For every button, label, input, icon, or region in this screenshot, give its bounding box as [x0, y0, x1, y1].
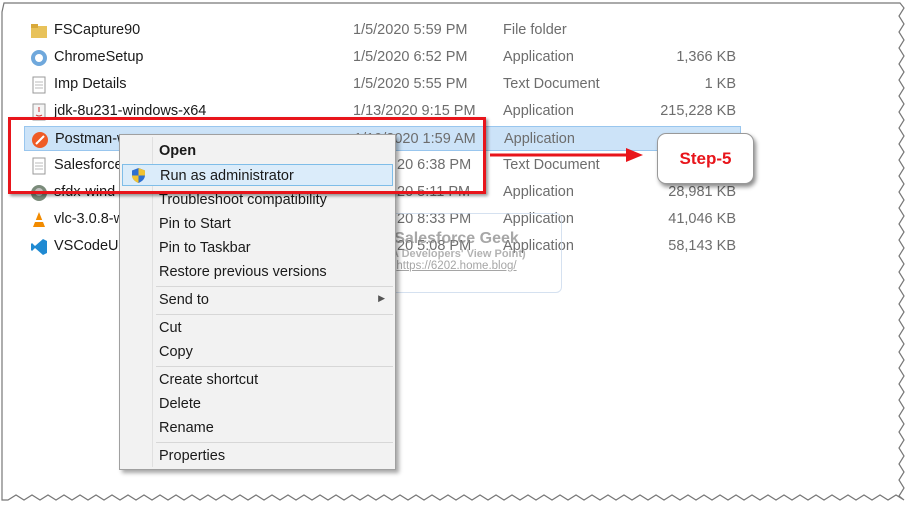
file-name: FSCapture90 [54, 22, 141, 38]
menu-label: Restore previous versions [159, 264, 327, 280]
menu-label: Send to [159, 292, 209, 308]
file-size: 58,143 KB [668, 238, 736, 254]
step-callout: Step-5 [657, 133, 754, 184]
menu-label: Cut [159, 320, 182, 336]
menu-label: Troubleshoot compatibility [159, 192, 327, 208]
menu-label: Pin to Taskbar [159, 240, 251, 256]
file-row[interactable]: Imp Details 1/5/2020 5:55 PM Text Docume… [24, 72, 741, 97]
menu-send-to[interactable]: Send to ▶ [122, 289, 393, 311]
file-size: 41,046 KB [668, 211, 736, 227]
menu-rename[interactable]: Rename [122, 417, 393, 439]
file-row[interactable]: ChromeSetup 1/5/2020 6:52 PM Application… [24, 45, 741, 70]
menu-create-shortcut[interactable]: Create shortcut [122, 369, 393, 391]
submenu-arrow-icon: ▶ [378, 293, 385, 303]
folder-icon [31, 24, 47, 38]
menu-properties[interactable]: Properties [122, 445, 393, 467]
file-date: 1/5/2020 5:59 PM [353, 22, 468, 38]
menu-label: Rename [159, 420, 214, 436]
menu-label: Create shortcut [159, 372, 259, 388]
menu-pin-to-start[interactable]: Pin to Start [122, 213, 393, 235]
file-name: Imp Details [54, 76, 127, 92]
menu-cut[interactable]: Cut [122, 317, 393, 339]
file-size: 28,981 KB [668, 184, 736, 200]
menu-separator [156, 442, 393, 443]
file-type: Application [503, 103, 574, 119]
file-type: Text Document [503, 76, 600, 92]
file-name: vlc-3.0.8-w [54, 211, 125, 227]
menu-label: Properties [159, 448, 226, 464]
menu-pin-to-taskbar[interactable]: Pin to Taskbar [122, 237, 393, 259]
file-name: VSCodeUs [54, 238, 126, 254]
menu-separator [156, 314, 393, 315]
installer-icon [31, 50, 47, 66]
highlight-box [8, 117, 486, 194]
vlc-icon [33, 212, 45, 227]
menu-label: Copy [159, 344, 193, 360]
menu-restore-previous[interactable]: Restore previous versions [122, 261, 393, 283]
menu-copy[interactable]: Copy [122, 341, 393, 363]
menu-label: Pin to Start [159, 216, 231, 232]
vscode-icon [31, 239, 47, 255]
file-type: Application [503, 184, 574, 200]
file-size: 1,366 KB [676, 49, 736, 65]
arrow-icon [490, 148, 643, 162]
file-row[interactable]: FSCapture90 1/5/2020 5:59 PM File folder [24, 18, 741, 43]
file-size: 1 KB [704, 76, 736, 92]
file-date: 1/5/2020 6:52 PM [353, 49, 468, 65]
file-size: 215,228 KB [660, 103, 736, 119]
file-type: File folder [503, 22, 567, 38]
file-name: ChromeSetup [54, 49, 144, 65]
file-date: 1/5/2020 5:55 PM [353, 76, 468, 92]
file-type: Application [503, 49, 574, 65]
text-file-icon [32, 76, 46, 94]
menu-separator [156, 366, 393, 367]
menu-delete[interactable]: Delete [122, 393, 393, 415]
menu-separator [156, 286, 393, 287]
menu-label: Delete [159, 396, 201, 412]
